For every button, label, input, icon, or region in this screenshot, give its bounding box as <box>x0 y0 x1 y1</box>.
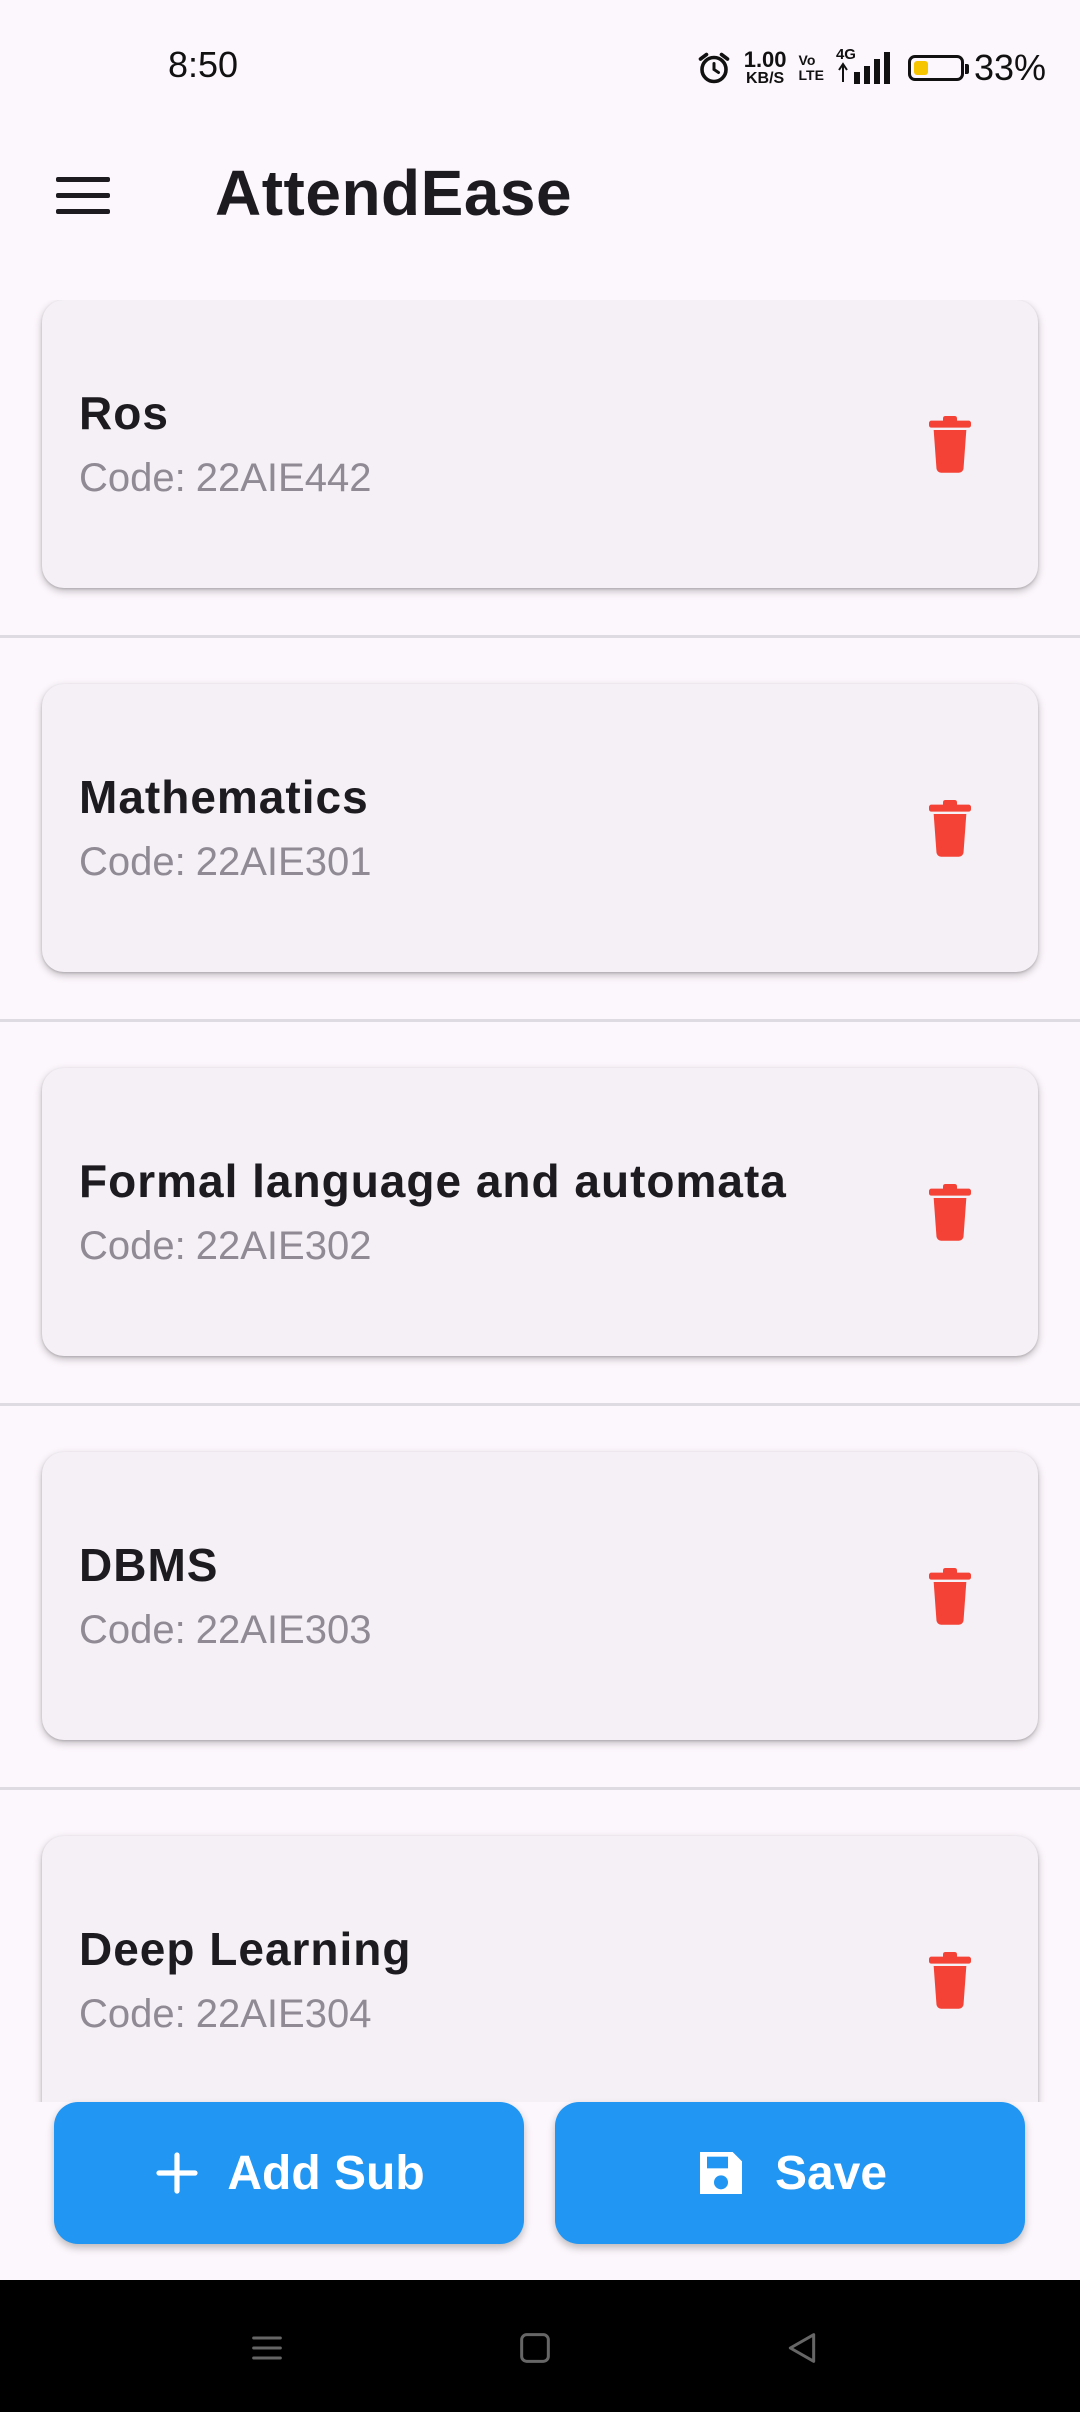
trash-icon <box>929 1568 971 1625</box>
save-label: Save <box>774 2146 888 2200</box>
divider <box>0 1787 1080 1790</box>
trash-icon <box>929 416 971 473</box>
divider <box>0 635 1080 638</box>
delete-button[interactable] <box>914 1176 986 1248</box>
subject-code: Code: 22AIE442 <box>79 456 371 501</box>
list-item: Formal language and automata Code: 22AIE3… <box>0 1068 1080 1452</box>
trash-icon <box>929 1184 971 1241</box>
status-time: 8:50 <box>168 44 239 85</box>
list-item: Deep Learning Code: 22AIE304 <box>0 1836 1080 2102</box>
status-icons: 1.00 KB/S Vo LTE 4G 33% <box>696 44 1046 92</box>
subject-code-prefix: Code: <box>79 840 186 884</box>
subject-code-value: 22AIE301 <box>195 840 372 884</box>
subject-code-prefix: Code: <box>79 456 186 500</box>
subject-name: Ros <box>79 387 169 439</box>
subject-code: Code: 22AIE301 <box>79 840 371 885</box>
net-speed-value: 1.00 <box>743 47 787 72</box>
subject-code-prefix: Code: <box>79 1992 186 2036</box>
subject-card[interactable]: Mathematics Code: 22AIE301 <box>42 684 1038 972</box>
save-button[interactable]: Save <box>555 2102 1025 2244</box>
subject-code: Code: 22AIE303 <box>79 1608 371 1653</box>
recent-apps-button[interactable] <box>227 2318 307 2378</box>
battery-percent: 33% <box>973 47 1046 88</box>
trash-icon <box>929 1952 971 2009</box>
add-subject-button[interactable]: Add Sub <box>54 2102 524 2244</box>
list-item: DBMS Code: 22AIE303 <box>0 1452 1080 1836</box>
delete-button[interactable] <box>914 408 986 480</box>
trash-icon <box>929 800 971 857</box>
menu-lines-icon <box>252 2336 282 2360</box>
status-bar: 8:50 1.00 KB/S Vo LTE 4G 33% <box>0 0 1080 130</box>
subject-code: Code: 22AIE302 <box>79 1224 371 1269</box>
delete-button[interactable] <box>914 1944 986 2016</box>
subject-code: Code: 22AIE304 <box>79 1992 371 2037</box>
subject-name: Formal language and automata <box>79 1155 787 1207</box>
list-item: Mathematics Code: 22AIE301 <box>0 684 1080 1068</box>
menu-icon[interactable] <box>40 162 130 228</box>
subject-name: Mathematics <box>79 771 369 823</box>
subject-code-prefix: Code: <box>79 1224 186 1268</box>
subject-card[interactable]: DBMS Code: 22AIE303 <box>42 1452 1038 1740</box>
subject-code-value: 22AIE302 <box>195 1224 372 1268</box>
subject-name: DBMS <box>79 1539 219 1591</box>
subject-code-value: 22AIE304 <box>195 1992 372 2036</box>
delete-button[interactable] <box>914 792 986 864</box>
alarm-icon <box>698 52 730 84</box>
app-bar: AttendEase <box>0 130 1080 260</box>
battery-status: 33% <box>907 47 1046 89</box>
volte-bottom: LTE <box>798 67 824 83</box>
delete-button[interactable] <box>914 1560 986 1632</box>
plus-icon <box>156 2152 198 2194</box>
signal-icon: 4G <box>836 46 896 86</box>
subject-code-value: 22AIE303 <box>195 1608 372 1652</box>
divider <box>0 1403 1080 1406</box>
net-speed: 1.00 KB/S <box>744 49 787 87</box>
action-bar: Add Sub Save <box>0 2102 1080 2280</box>
subject-card[interactable]: Ros Code: 22AIE442 <box>42 300 1038 588</box>
back-triangle-icon <box>788 2333 816 2363</box>
volte-indicator: Vo LTE <box>799 53 824 82</box>
add-subject-label: Add Sub <box>227 2146 425 2200</box>
volte-top: Vo <box>798 52 816 69</box>
subject-card[interactable]: Formal language and automata Code: 22AIE3… <box>42 1068 1038 1356</box>
battery-icon <box>907 55 969 81</box>
home-button[interactable] <box>495 2318 575 2378</box>
floppy-disk-icon <box>699 2152 742 2194</box>
system-nav-bar <box>0 2280 1080 2412</box>
app-title: AttendEase <box>215 157 573 229</box>
square-icon <box>520 2333 550 2363</box>
subject-code-prefix: Code: <box>79 1608 186 1652</box>
battery-level <box>913 61 929 75</box>
subject-list[interactable]: Ros Code: 22AIE442 Mathematics Code: 22AIE… <box>0 300 1080 2102</box>
subject-name: Deep Learning <box>79 1923 412 1975</box>
subject-code-value: 22AIE442 <box>195 456 372 500</box>
list-item: Ros Code: 22AIE442 <box>0 300 1080 684</box>
back-button[interactable] <box>762 2318 842 2378</box>
subject-card[interactable]: Deep Learning Code: 22AIE304 <box>42 1836 1038 2102</box>
net-speed-unit: KB/S <box>746 70 785 87</box>
divider <box>0 1019 1080 1022</box>
